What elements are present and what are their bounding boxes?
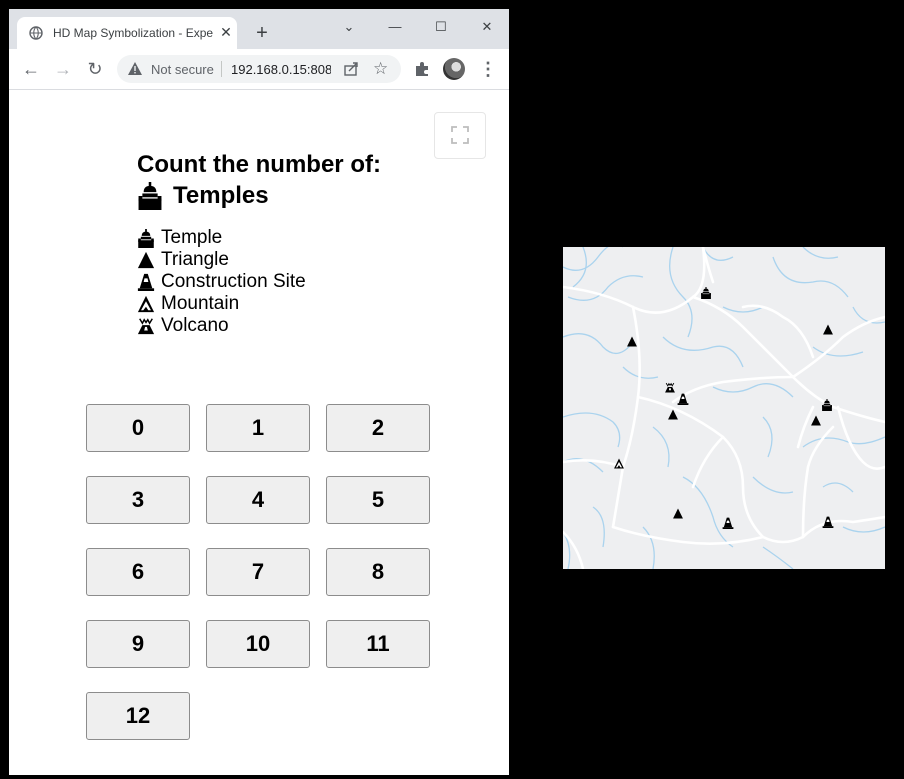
maximize-icon[interactable]: ☐ bbox=[429, 17, 453, 37]
legend-label: Volcano bbox=[161, 315, 229, 336]
browser-tab[interactable]: HD Map Symbolization - Experiment ✕ bbox=[17, 17, 237, 49]
menu-kebab-icon[interactable]: ⋮ bbox=[479, 59, 497, 79]
omnibox-divider bbox=[221, 61, 222, 77]
answer-button-12[interactable]: 12 bbox=[86, 692, 190, 740]
target-label: Temples bbox=[173, 182, 269, 209]
answer-button-3[interactable]: 3 bbox=[86, 476, 190, 524]
construction-site-icon bbox=[137, 273, 155, 291]
construction-site-icon bbox=[677, 393, 689, 405]
share-icon[interactable] bbox=[343, 61, 359, 82]
triangle-icon bbox=[823, 324, 833, 335]
tab-title: HD Map Symbolization - Experiment bbox=[53, 26, 213, 40]
triangle-icon bbox=[627, 336, 637, 347]
title-bar: HD Map Symbolization - Experiment ✕ + ⌄ … bbox=[9, 9, 509, 49]
tab-search-icon[interactable]: ⌄ bbox=[337, 17, 361, 37]
legend-label: Mountain bbox=[161, 293, 240, 314]
triangle-icon bbox=[137, 251, 155, 269]
minimize-icon[interactable]: — bbox=[383, 17, 407, 37]
answer-button-0[interactable]: 0 bbox=[86, 404, 190, 452]
back-icon[interactable]: ← bbox=[21, 59, 41, 79]
volcano-icon bbox=[664, 382, 676, 393]
answer-button-9[interactable]: 9 bbox=[86, 620, 190, 668]
answer-button-1[interactable]: 1 bbox=[206, 404, 310, 452]
map-panel bbox=[563, 247, 885, 569]
browser-toolbar: ← → ↻ Not secure 192.168.0.15:8080 ☆ ⋮ bbox=[9, 49, 509, 90]
temple-icon bbox=[701, 287, 711, 299]
answer-button-8[interactable]: 8 bbox=[326, 548, 430, 596]
roads bbox=[563, 247, 885, 569]
fullscreen-icon bbox=[451, 126, 469, 144]
answer-button-5[interactable]: 5 bbox=[326, 476, 430, 524]
bookmark-star-icon[interactable]: ☆ bbox=[373, 59, 388, 79]
legend-item-construction-site: Construction Site bbox=[137, 271, 306, 293]
triangle-icon bbox=[668, 409, 678, 420]
reload-icon[interactable]: ↻ bbox=[85, 59, 105, 79]
legend-label: Temple bbox=[161, 227, 223, 248]
tab-close-icon[interactable]: ✕ bbox=[217, 23, 235, 41]
forward-icon[interactable]: → bbox=[53, 59, 73, 79]
symbol-legend: Temple Triangle Construction Site Mounta… bbox=[137, 227, 306, 337]
warning-icon[interactable] bbox=[127, 61, 143, 81]
mountain-icon bbox=[137, 295, 155, 313]
triangle-icon bbox=[673, 508, 683, 519]
answer-button-2[interactable]: 2 bbox=[326, 404, 430, 452]
legend-item-volcano: Volcano bbox=[137, 315, 306, 337]
page-content: Count the number of: Temples Temple Tria… bbox=[9, 90, 509, 775]
security-label[interactable]: Not secure bbox=[151, 62, 217, 77]
answer-button-4[interactable]: 4 bbox=[206, 476, 310, 524]
legend-item-mountain: Mountain bbox=[137, 293, 306, 315]
extensions-puzzle-icon[interactable] bbox=[414, 61, 430, 82]
task-prompt: Count the number of: Temples bbox=[137, 150, 381, 212]
address-bar[interactable]: Not secure 192.168.0.15:8080 ☆ bbox=[117, 55, 401, 83]
legend-label: Triangle bbox=[161, 249, 229, 270]
construction-site-icon bbox=[722, 517, 734, 529]
browser-window: HD Map Symbolization - Experiment ✕ + ⌄ … bbox=[9, 9, 509, 775]
close-window-icon[interactable]: ✕ bbox=[475, 17, 499, 37]
legend-item-temple: Temple bbox=[137, 227, 306, 249]
url-text[interactable]: 192.168.0.15:8080 bbox=[231, 62, 331, 77]
answer-button-10[interactable]: 10 bbox=[206, 620, 310, 668]
legend-item-triangle: Triangle bbox=[137, 249, 306, 271]
fullscreen-button[interactable] bbox=[434, 112, 486, 159]
globe-icon bbox=[29, 26, 43, 45]
answer-button-7[interactable]: 7 bbox=[206, 548, 310, 596]
volcano-icon bbox=[137, 317, 155, 335]
temple-icon bbox=[137, 182, 163, 210]
legend-label: Construction Site bbox=[161, 271, 306, 292]
triangle-icon bbox=[811, 415, 821, 426]
answer-button-11[interactable]: 11 bbox=[326, 620, 430, 668]
new-tab-button[interactable]: + bbox=[252, 23, 272, 43]
target-symbol: Temples bbox=[137, 180, 381, 212]
map-canvas bbox=[563, 247, 885, 569]
question-text: Count the number of: bbox=[137, 151, 381, 178]
profile-avatar[interactable] bbox=[443, 58, 465, 80]
answer-button-6[interactable]: 6 bbox=[86, 548, 190, 596]
temple-icon bbox=[137, 229, 155, 248]
